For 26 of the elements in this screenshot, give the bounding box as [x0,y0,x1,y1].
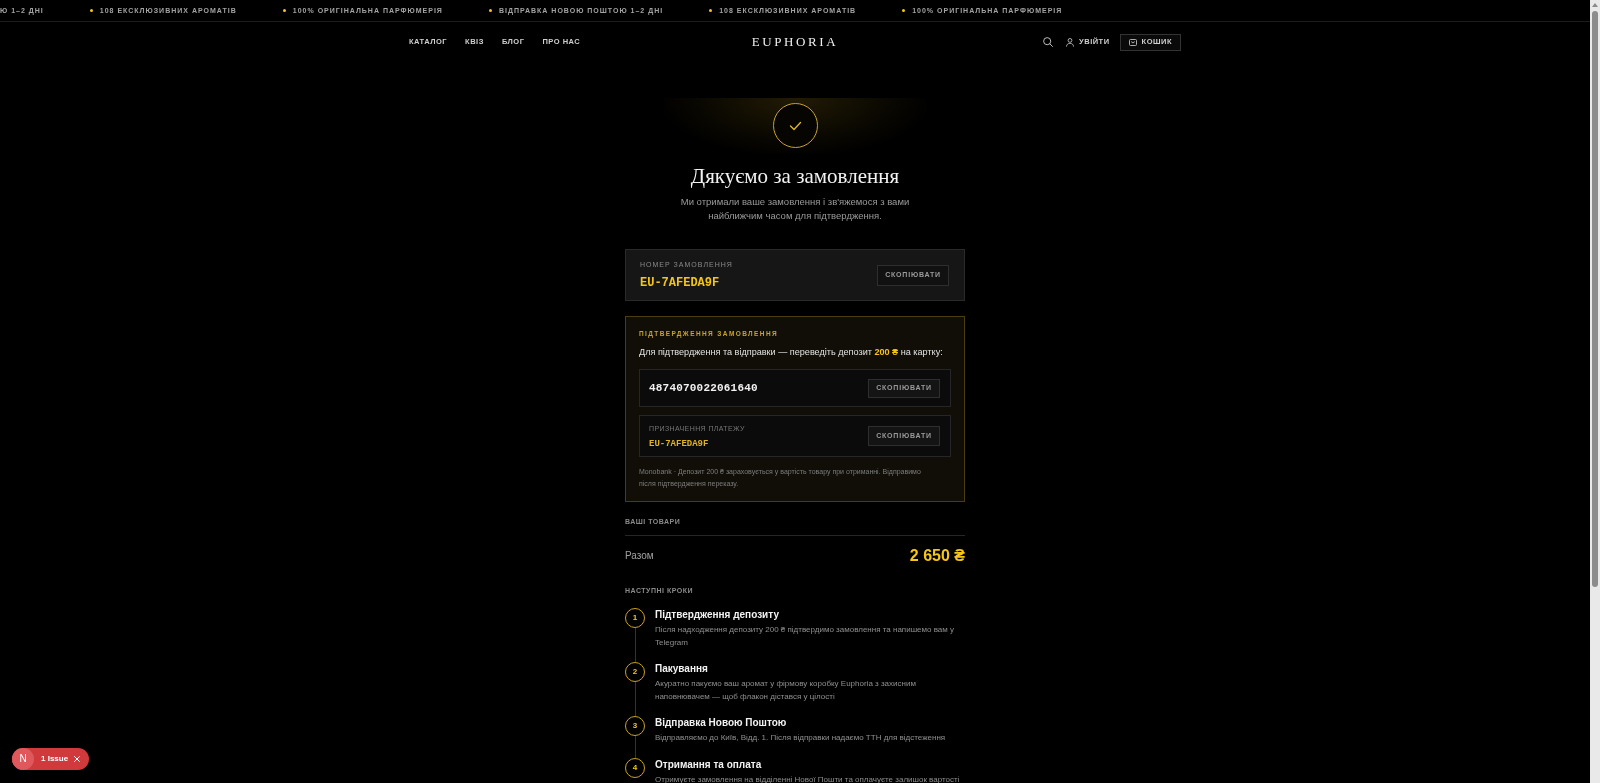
order-number: EU-7AFEDA9F [640,274,721,291]
confirmation-message: Ми отримали ваше замовлення і зв'яжемося з вами найближчим часом для підтвердження. [679,195,911,223]
total-amount: 2 650 ₴ [909,546,965,566]
payment-instruction: Для підтвердження та відправки — переведіть депозит 200 ₴ на картку: [639,346,943,359]
card-number: 4874070022061640 [649,381,758,395]
search-icon[interactable] [1043,37,1054,47]
user-icon [1066,37,1075,47]
total-label: Разом [625,549,654,563]
logo-mark: N [12,748,34,770]
step-title: Підтвердження депозиту [655,608,780,622]
step-description: Після надходження депозиту 200 ₴ підтвердимо замовлення та напишемо вам у Telegram [655,624,956,649]
step-title: Отримання та оплата [655,757,763,772]
arrow-up-icon[interactable] [1592,3,1598,7]
issues-button[interactable]: 1 Issue [41,754,69,764]
shopping-bag-icon [1128,38,1137,46]
payment-purpose: EU-7AFEDA9F [649,438,710,449]
step-description: Відправляємо до Київ, Відд. 1. Після відправки надаємо ТТН для відстеження [655,732,947,744]
page-title: Дякуємо за замовлення [690,163,900,190]
step-title: Відправка Новою Поштою [655,716,788,730]
checkmark-circle-icon [772,103,818,148]
site-logo[interactable]: EUPHORIA [751,34,839,50]
step-description: Акуратно пакуємо ваш аромат у фірмову коробку Euphoria з захисним наповнювачем — щоб флакон дістався у цілості [655,678,917,703]
step-description: Отримуєте замовлення на відділенні Нової Пошти та оплачуєте залишок вартості [655,773,961,783]
step-title: Пакування [655,662,709,676]
close-icon[interactable] [74,756,81,762]
scrollbar-thumb[interactable] [1592,11,1598,587]
